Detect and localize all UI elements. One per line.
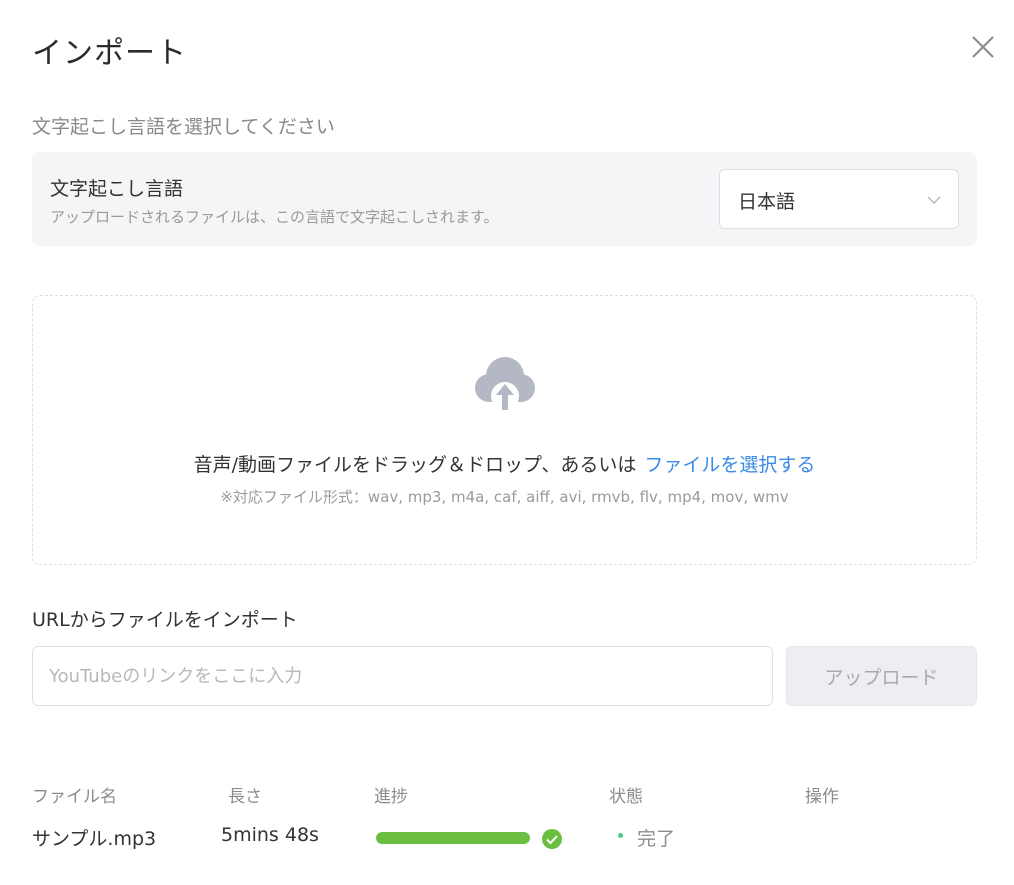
progress-fill <box>376 832 530 844</box>
progress-bar <box>376 832 530 844</box>
upload-button[interactable]: アップロード <box>786 646 977 706</box>
select-file-link[interactable]: ファイルを選択する <box>644 454 815 476</box>
language-select[interactable]: 日本語 <box>719 169 959 229</box>
cloud-upload-icon <box>475 357 535 410</box>
file-name: サンプル.mp3 <box>32 828 157 850</box>
check-circle-icon <box>542 829 562 849</box>
column-header-action: 操作 <box>805 787 839 807</box>
url-input[interactable] <box>32 646 773 706</box>
status-dot <box>618 833 623 838</box>
import-dialog: インポート 文字起こし言語を選択してください 文字起こし言語 アップロードされる… <box>0 0 1014 885</box>
language-select-value: 日本語 <box>738 191 796 213</box>
dialog-title: インポート <box>32 36 187 71</box>
language-panel: 文字起こし言語 アップロードされるファイルは、この言語で文字起こしされます。 日… <box>32 152 977 246</box>
language-section-label: 文字起こし言語を選択してください <box>32 116 335 138</box>
status-text: 完了 <box>637 828 676 850</box>
file-dropzone[interactable]: 音声/動画ファイルをドラッグ＆ドロップ、あるいは ファイルを選択する ※対応ファイ… <box>32 295 977 565</box>
language-description: アップロードされるファイルは、この言語で文字起こしされます。 <box>50 208 499 226</box>
column-header-status: 状態 <box>609 787 643 807</box>
chevron-down-icon <box>927 196 941 204</box>
close-button[interactable] <box>968 32 998 62</box>
column-header-name: ファイル名 <box>32 787 117 807</box>
file-duration: 5mins 48s <box>221 824 319 846</box>
language-title: 文字起こし言語 <box>50 178 184 200</box>
url-import-label: URLからファイルをインポート <box>32 609 298 631</box>
supported-formats: ※対応ファイル形式：wav, mp3, m4a, caf, aiff, avi,… <box>220 488 789 506</box>
dropzone-text-line: 音声/動画ファイルをドラッグ＆ドロップ、あるいは ファイルを選択する <box>33 450 976 477</box>
close-icon <box>972 36 994 58</box>
column-header-duration: 長さ <box>228 787 262 807</box>
column-header-progress: 進捗 <box>374 787 408 807</box>
dropzone-instruction: 音声/動画ファイルをドラッグ＆ドロップ、あるいは <box>193 454 637 476</box>
